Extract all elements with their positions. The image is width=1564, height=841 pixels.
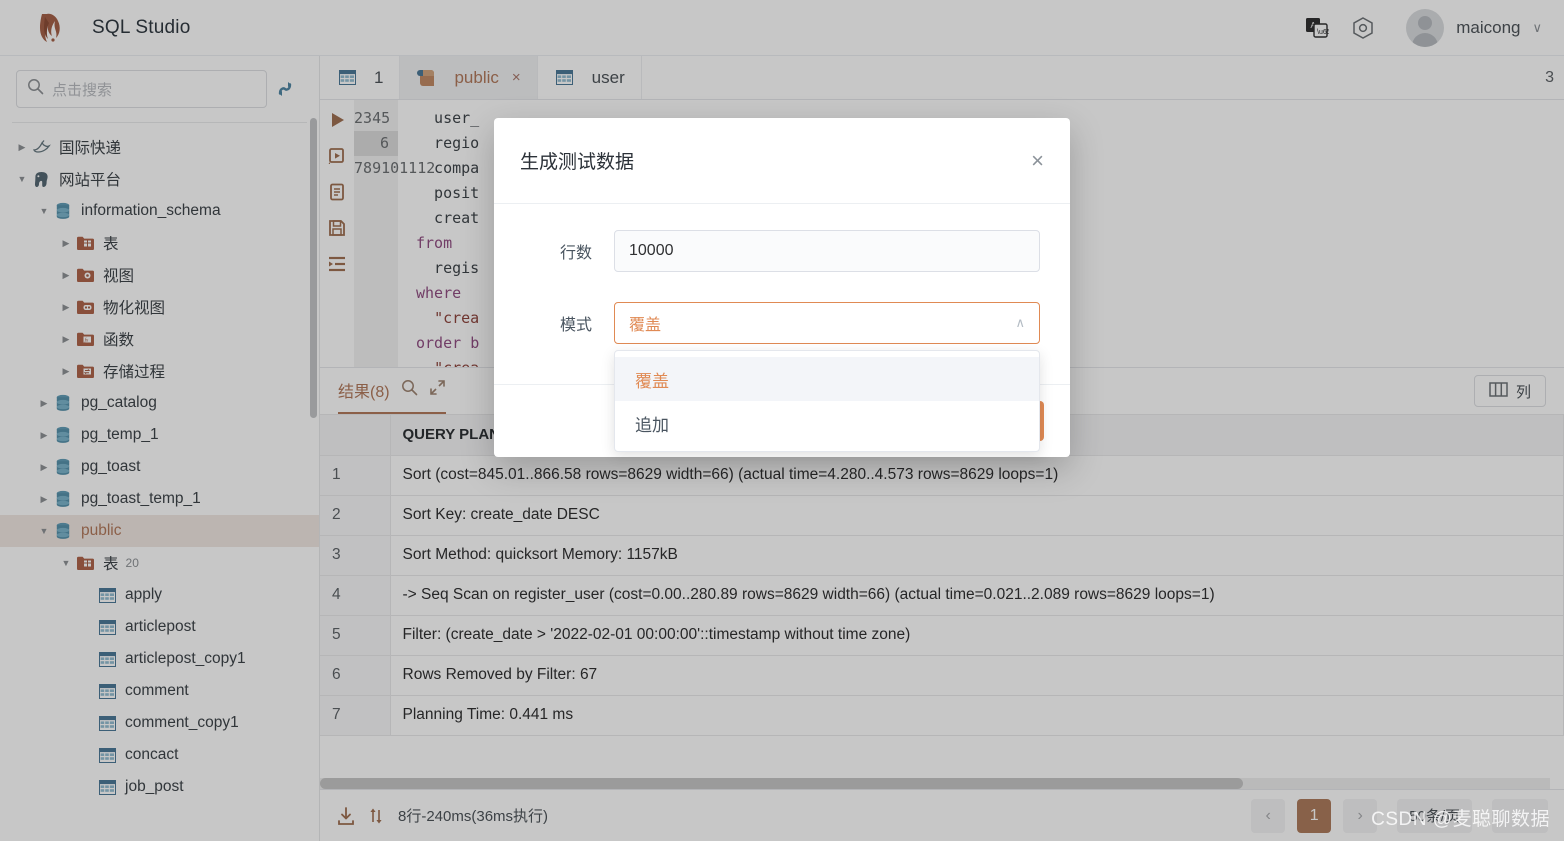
rows-input[interactable]: 10000 (614, 230, 1040, 272)
rows-field-label: 行数 (559, 245, 592, 262)
rows-field-row: 行数 10000 (524, 230, 1040, 272)
close-icon[interactable]: × (1031, 149, 1044, 172)
rows-field-control: 10000 (614, 230, 1040, 272)
mode-select-value: 覆盖 (629, 317, 662, 334)
mode-select[interactable]: 覆盖 ∧ (614, 302, 1040, 344)
mode-option-overwrite[interactable]: 覆盖 (615, 357, 1039, 401)
mode-field-label: 模式 (559, 317, 592, 334)
mode-option-append[interactable]: 追加 (615, 401, 1039, 445)
mode-select-dropdown: 覆盖 追加 (614, 350, 1040, 452)
generate-test-data-dialog: 生成测试数据 × 行数 10000 模式 覆盖 ∧ 覆盖 追加 (494, 118, 1070, 457)
mode-field-control: 覆盖 ∧ 覆盖 追加 (614, 302, 1040, 452)
mode-field-row: 模式 覆盖 ∧ 覆盖 追加 (524, 302, 1040, 452)
dialog-header: 生成测试数据 × (494, 118, 1070, 204)
dialog-title: 生成测试数据 (520, 152, 635, 173)
dialog-body: 行数 10000 模式 覆盖 ∧ 覆盖 追加 (494, 204, 1070, 452)
chevron-up-icon: ∧ (1015, 315, 1025, 330)
